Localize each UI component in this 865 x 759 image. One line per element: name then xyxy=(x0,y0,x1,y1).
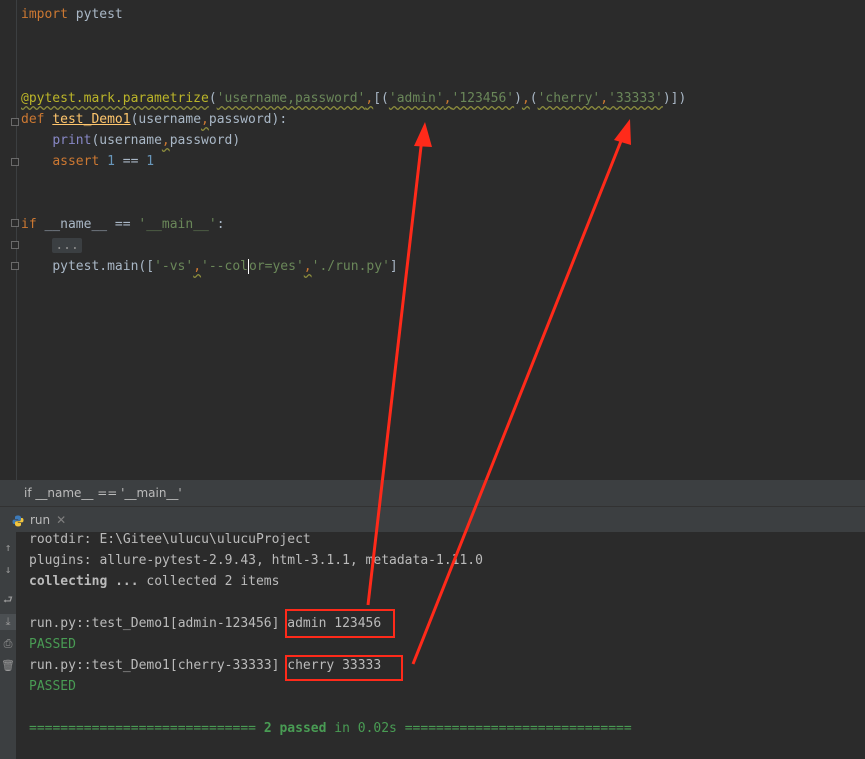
string: or=yes' xyxy=(249,259,304,274)
tab-label: run xyxy=(30,513,51,527)
soft-wrap-icon[interactable]: ⮐ xyxy=(0,592,16,608)
arrow-up-icon[interactable]: ↑ xyxy=(0,540,16,556)
annotation-box-cherry xyxy=(285,655,403,681)
run-toolbar: ↑ ↓ ⮐ ⤓ ⎙ 🗑 xyxy=(0,532,16,759)
paren: ) xyxy=(514,91,522,106)
code-line-6[interactable]: def test_Demo1(username,password): xyxy=(21,109,287,130)
collecting-label: collecting ... xyxy=(29,574,139,589)
arrow-down-icon[interactable]: ↓ xyxy=(0,562,16,578)
tab-run[interactable]: run ✕ xyxy=(6,509,72,531)
comma: , xyxy=(201,112,209,127)
string: './run.py' xyxy=(311,259,390,274)
expression: __name__ == xyxy=(36,217,139,232)
string: '123456' xyxy=(451,91,515,106)
editor-gutter xyxy=(0,0,17,480)
test-id: run.py::test_Demo1[admin-123456] xyxy=(29,616,280,631)
summary-rule: ============================= xyxy=(396,721,632,736)
params: (username xyxy=(130,112,202,127)
output-passed2: PASSED xyxy=(29,679,76,694)
args: (username xyxy=(91,133,162,148)
number: 1 xyxy=(107,154,115,169)
summary-time: in 0.02s xyxy=(326,721,397,736)
keyword: def xyxy=(21,112,45,127)
summary-rule: ============================= xyxy=(29,721,264,736)
keyword: assert xyxy=(52,154,100,169)
paren: ( xyxy=(529,91,538,106)
decorator: @pytest.mark.parametrize xyxy=(21,91,209,106)
fold-marker-icon[interactable] xyxy=(11,219,19,227)
test-id: run.py::test_Demo1[cherry-33333] xyxy=(29,658,280,673)
function-name: test_Demo1 xyxy=(52,112,131,127)
annotation-box-admin xyxy=(285,609,395,638)
string: 'username,password' xyxy=(216,91,366,106)
string: 'cherry' xyxy=(537,91,601,106)
code-line-1[interactable]: import pytest xyxy=(21,4,123,25)
args: password) xyxy=(169,133,241,148)
code-line-8[interactable]: assert 1 == 1 xyxy=(21,151,154,172)
breadcrumb[interactable]: if __name__ == '__main__' xyxy=(0,480,865,506)
keyword: import xyxy=(21,7,68,22)
comma: , xyxy=(521,91,530,106)
comma: , xyxy=(161,133,170,148)
code-line-7[interactable]: print(username,password) xyxy=(21,130,240,151)
comma: , xyxy=(600,91,609,106)
folded-region[interactable]: ... xyxy=(52,238,82,253)
colon: : xyxy=(216,217,225,232)
string: '__main__' xyxy=(138,217,217,232)
code-line-11[interactable]: if __name__ == '__main__': xyxy=(21,214,225,235)
output-summary: ============================= 2 passed i… xyxy=(29,718,632,739)
trash-icon[interactable]: 🗑 xyxy=(0,658,16,674)
print-icon[interactable]: ⎙ xyxy=(0,636,16,652)
breadcrumb-item[interactable]: if __name__ == '__main__' xyxy=(24,486,182,500)
run-console[interactable]: ↑ ↓ ⮐ ⤓ ⎙ 🗑 rootdir: E:\Gitee\ulucu\uluc… xyxy=(0,532,865,759)
output-rootdir: rootdir: E:\Gitee\ulucu\ulucuProject xyxy=(29,532,311,547)
output-passed1: PASSED xyxy=(29,637,76,652)
code-editor[interactable]: import pytest @pytest.mark.parametrize('… xyxy=(0,0,865,480)
params: password): xyxy=(208,112,288,127)
python-icon xyxy=(12,515,24,526)
scroll-to-end-icon[interactable]: ⤓ xyxy=(0,614,16,630)
output-collecting: collecting ... collected 2 items xyxy=(29,571,279,592)
string: '--col xyxy=(201,259,248,274)
string: 'admin' xyxy=(388,91,444,106)
comma: , xyxy=(303,259,312,274)
comma: , xyxy=(193,259,202,274)
fold-marker-icon[interactable] xyxy=(11,262,19,270)
call: pytest.main([ xyxy=(52,259,155,274)
keyword: if xyxy=(21,217,37,232)
number: 1 xyxy=(146,154,155,169)
comma: , xyxy=(443,91,452,106)
output-plugins: plugins: allure-pytest-2.9.43, html-3.1.… xyxy=(29,553,483,568)
paren: )]) xyxy=(662,91,687,106)
fold-marker-icon[interactable] xyxy=(11,158,19,166)
collected-count: collected 2 items xyxy=(138,574,280,589)
bracket: ] xyxy=(389,259,398,274)
code-line-13[interactable]: pytest.main(['-vs','--color=yes','./run.… xyxy=(21,256,398,277)
builtin: print xyxy=(52,133,92,148)
close-icon[interactable]: ✕ xyxy=(56,513,66,527)
fold-marker-icon[interactable] xyxy=(11,118,19,126)
paren: ( xyxy=(208,91,217,106)
code-line-5[interactable]: @pytest.mark.parametrize('username,passw… xyxy=(21,88,686,109)
string: '33333' xyxy=(608,91,663,106)
fold-marker-icon[interactable] xyxy=(11,241,19,249)
paren: [( xyxy=(373,91,389,106)
string: '-vs' xyxy=(154,259,194,274)
operator: == xyxy=(114,154,147,169)
code-line-12[interactable]: ... xyxy=(21,235,82,256)
summary-count: 2 passed xyxy=(263,721,327,736)
module-name: pytest xyxy=(67,7,123,22)
